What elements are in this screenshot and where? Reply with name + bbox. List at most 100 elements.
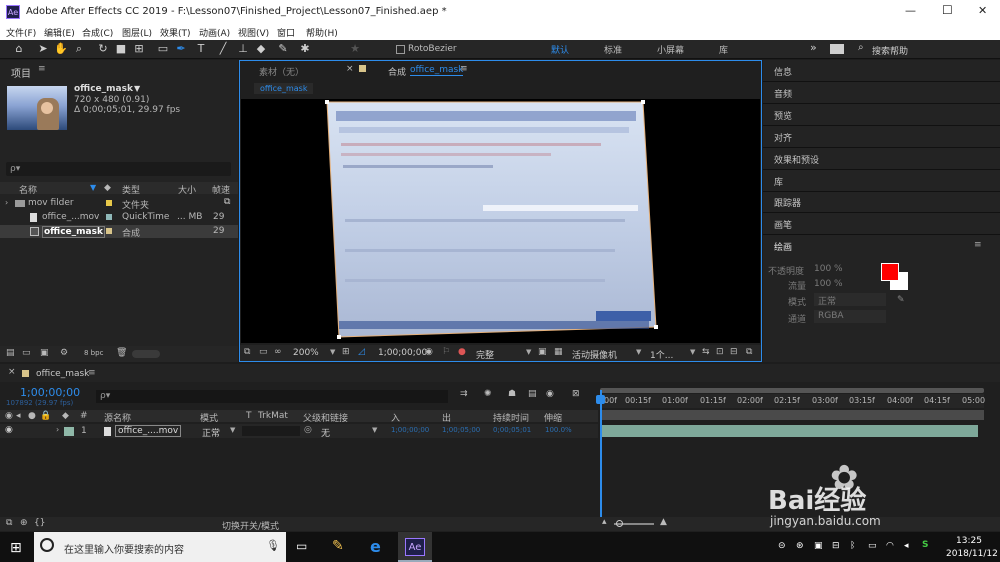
share-view-icon[interactable]: ⇆ xyxy=(702,347,710,357)
panel-menu-icon[interactable]: ≡ xyxy=(460,64,468,74)
view-layout-select[interactable]: 1个... xyxy=(650,348,673,361)
column-source-name[interactable]: 源名称 xyxy=(104,411,131,424)
camera-tool-icon[interactable]: ■ xyxy=(114,42,128,56)
tray-bluetooth-icon[interactable]: ᛒ xyxy=(850,541,855,551)
tab-footage[interactable]: 素材（无） xyxy=(259,65,304,78)
list-item[interactable]: office_mask 合成 29 xyxy=(0,225,238,239)
chevron-down-icon[interactable]: ▼ xyxy=(372,426,377,434)
taskbar-ae-app[interactable]: Ae xyxy=(398,532,432,562)
zoom-out-icon[interactable]: ▴ xyxy=(602,517,607,527)
list-item[interactable]: › mov filder 文件夹 ⧉ xyxy=(0,197,238,211)
workspace-default[interactable]: 默认 xyxy=(551,43,569,56)
timeline-tab[interactable]: office_mask xyxy=(36,369,89,379)
close-tab-icon[interactable]: × xyxy=(8,367,16,377)
menu-help[interactable]: 帮助(H) xyxy=(306,26,338,39)
camera-view-select[interactable]: 活动摄像机 xyxy=(572,348,617,361)
paint-flow-value[interactable]: 100 % xyxy=(814,279,843,289)
show-snapshot-icon[interactable]: ⚐ xyxy=(442,347,450,357)
column-type[interactable]: 类型 xyxy=(122,183,140,196)
menu-view[interactable]: 视图(V) xyxy=(238,26,269,39)
workspace-library[interactable]: 库 xyxy=(719,43,728,56)
workspace-small-screen[interactable]: 小屏幕 xyxy=(657,43,684,56)
clock-time[interactable]: 13:25 xyxy=(956,536,982,546)
layer-duration[interactable]: 0;00;05;01 xyxy=(493,426,531,434)
thumbnail-slider[interactable] xyxy=(132,350,160,358)
chevron-down-icon[interactable]: ▼ xyxy=(134,84,140,93)
zoom-tool-icon[interactable]: ⌕ xyxy=(72,42,86,56)
tray-volume-icon[interactable]: ◂ xyxy=(904,541,909,551)
roto-brush-tool-icon[interactable]: ✎ xyxy=(276,42,290,56)
menu-effect[interactable]: 效果(T) xyxy=(160,26,191,39)
panel-info[interactable]: 信息 xyxy=(774,65,792,78)
column-name[interactable]: 名称 xyxy=(19,183,37,196)
fast-preview-icon[interactable]: ⊡ xyxy=(716,347,724,357)
hand-tool-icon[interactable]: ✋ xyxy=(54,42,68,56)
brush-tool-icon[interactable]: ╱ xyxy=(216,42,230,56)
timeline-timecode[interactable]: 1;00;00;00 xyxy=(20,386,80,399)
safe-margins-icon[interactable]: ⊞ xyxy=(342,347,350,357)
clone-stamp-tool-icon[interactable]: ⊥ xyxy=(236,42,250,56)
puppet-tool-icon[interactable]: ✱ xyxy=(298,42,312,56)
time-ruler[interactable]: 00f 00:15f 01:00f 01:15f 02:00f 02:15f 0… xyxy=(600,394,985,408)
audio-icon[interactable]: ◂ xyxy=(16,411,21,421)
column-in[interactable]: 入 xyxy=(391,411,400,424)
draft-3d-icon[interactable]: ✺ xyxy=(484,389,492,399)
list-item[interactable]: office_...mov QuickTime ... MB 29 xyxy=(0,211,238,224)
transparency-grid-icon[interactable]: ▦ xyxy=(554,347,563,357)
menu-file[interactable]: 文件(F) xyxy=(6,26,36,39)
menu-composition[interactable]: 合成(C) xyxy=(82,26,113,39)
timeline-link-icon[interactable]: ⊟ xyxy=(730,347,738,357)
mask-visibility-icon[interactable]: ◿ xyxy=(358,347,365,357)
task-view-icon[interactable]: ▭ xyxy=(296,539,307,553)
toggle-switches-modes[interactable]: 切换开关/模式 xyxy=(222,519,279,532)
home-icon[interactable]: ⌂ xyxy=(12,42,26,56)
playhead[interactable] xyxy=(600,390,602,520)
composition-canvas[interactable] xyxy=(241,99,760,343)
roto-bezier-checkbox[interactable] xyxy=(396,45,405,54)
eye-icon[interactable]: ◉ xyxy=(5,425,13,435)
in-out-icon[interactable]: {} xyxy=(34,518,45,528)
chevron-down-icon[interactable]: ▼ xyxy=(330,348,335,356)
shy-layers-icon[interactable]: ☗ xyxy=(508,389,516,399)
menu-edit[interactable]: 编辑(E) xyxy=(44,26,75,39)
chevron-down-icon[interactable]: ▼ xyxy=(636,348,641,356)
frame-blending-icon[interactable]: ▤ xyxy=(528,389,537,399)
zoom-in-icon[interactable]: ▲ xyxy=(660,517,667,527)
menu-window[interactable]: 窗口 xyxy=(277,26,295,39)
type-tool-icon[interactable]: T xyxy=(194,42,208,56)
tray-battery-icon[interactable]: ▭ xyxy=(868,541,877,551)
playhead-handle[interactable] xyxy=(596,395,605,404)
help-search-input[interactable]: 搜索帮助 xyxy=(872,44,908,57)
work-area-bar[interactable] xyxy=(600,410,984,420)
paint-foreground-color-swatch[interactable] xyxy=(881,263,899,281)
resolution-select[interactable]: 完整 xyxy=(476,348,494,361)
tab-composition-name[interactable]: office_mask xyxy=(410,65,464,76)
eraser-tool-icon[interactable]: ◆ xyxy=(254,42,268,56)
panel-align[interactable]: 对齐 xyxy=(774,131,792,144)
panel-menu-icon[interactable]: ≡ xyxy=(974,240,982,250)
column-out[interactable]: 出 xyxy=(442,411,451,424)
solo-icon[interactable]: ● xyxy=(28,411,36,421)
tray-wifi-icon[interactable]: ◠ xyxy=(886,541,894,551)
label-swatch[interactable] xyxy=(64,427,74,436)
selection-tool-icon[interactable]: ➤ xyxy=(36,42,50,56)
bit-depth-label[interactable]: 8 bpc xyxy=(84,349,103,357)
panel-effects-presets[interactable]: 效果和预设 xyxy=(774,153,819,166)
flowchart-icon[interactable]: ⧉ xyxy=(224,197,230,207)
column-frame-rate[interactable]: 帧速 xyxy=(212,183,230,196)
chevron-right-icon[interactable]: › xyxy=(5,198,8,207)
workspace-standard[interactable]: 标准 xyxy=(604,43,622,56)
zoom-select[interactable]: 200% xyxy=(293,348,319,358)
workspace-more-button[interactable]: » xyxy=(810,41,817,54)
taskbar-search-box[interactable]: 在这里输入你要搜索的内容 🎙 xyxy=(34,532,286,562)
layer-mode-select[interactable]: 正常 xyxy=(202,426,220,439)
composition-chip[interactable]: office_mask xyxy=(254,83,314,94)
maximize-button[interactable]: ☐ xyxy=(942,3,953,17)
trash-icon[interactable]: 🗑 xyxy=(116,348,127,358)
paint-opacity-value[interactable]: 100 % xyxy=(814,264,843,274)
tray-device-icon[interactable]: ▣ xyxy=(814,541,823,551)
tray-ime-icon[interactable]: ⊝ xyxy=(778,541,786,551)
timeline-search-input[interactable]: ρ▾ xyxy=(96,390,448,403)
always-preview-icon[interactable]: ⧉ xyxy=(244,347,250,357)
column-mode[interactable]: 模式 xyxy=(200,411,218,424)
